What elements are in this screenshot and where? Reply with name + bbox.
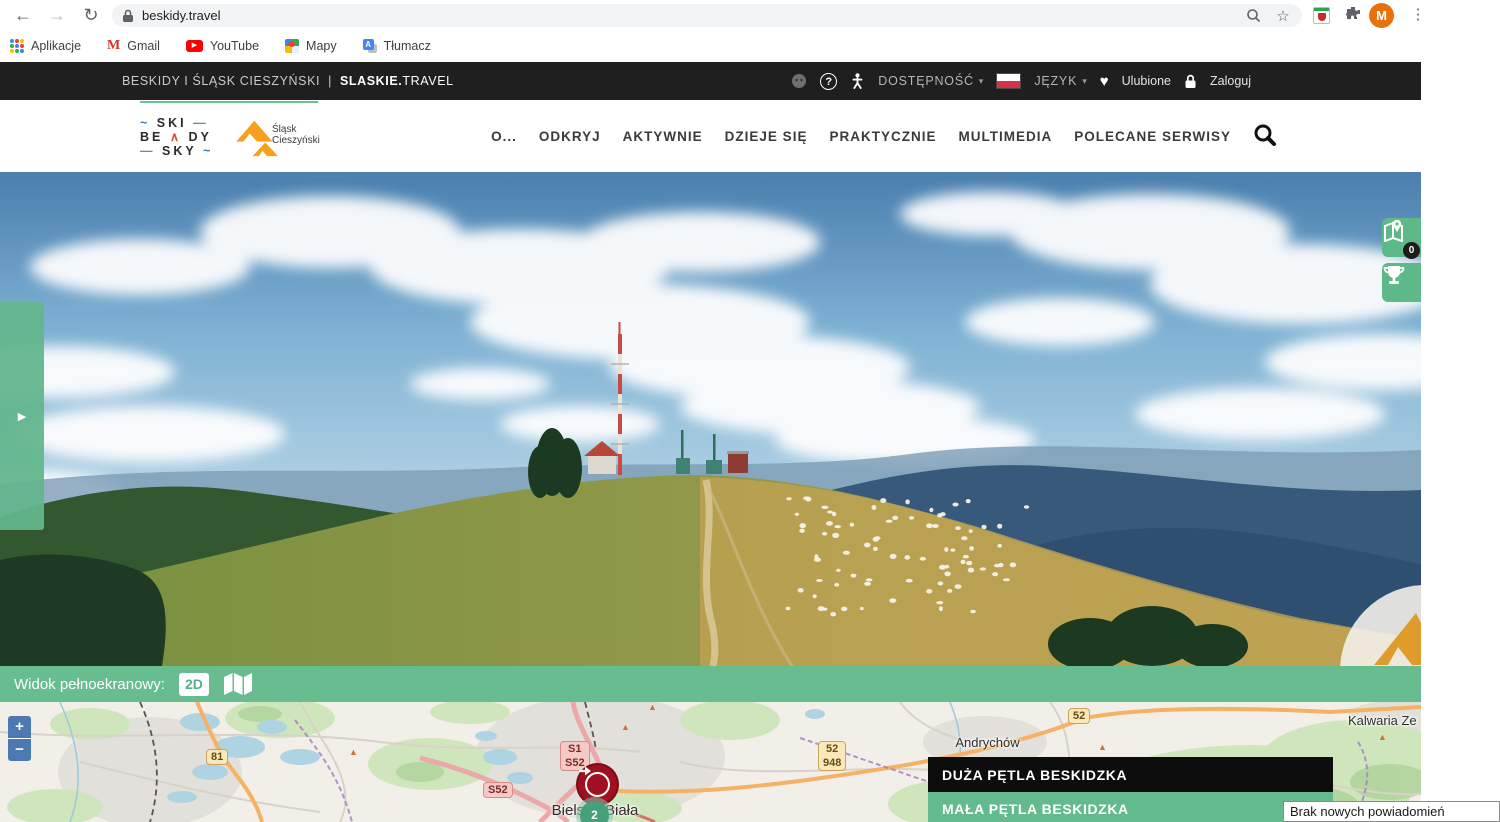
peak-icon: ▲ <box>349 747 358 757</box>
overlay-mala-petla[interactable]: MAŁA PĘTLA BESKIDZKA <box>928 792 1333 822</box>
nav-item-o[interactable]: O... <box>491 129 517 144</box>
city-label-kalwaria: Kalwaria Ze <box>1348 713 1417 728</box>
logo-underline <box>140 101 318 103</box>
nav-item-praktycznie[interactable]: PRAKTYCZNIE <box>829 129 936 144</box>
notification-tooltip: Brak nowych powiadomień <box>1283 801 1500 822</box>
bookmark-apps[interactable]: Aplikacje <box>10 39 81 53</box>
apps-grid-icon <box>10 39 24 53</box>
browser-toolbar: ← → ↻ beskidy.travel ☆ M ⋮ <box>0 0 1500 30</box>
road-shield-s52: S52 <box>483 782 513 798</box>
brand-bold[interactable]: SLASKIE. <box>340 74 402 88</box>
site-viewport: BESKIDY I ŚLĄSK CIESZYŃSKI | SLASKIE.TRA… <box>0 62 1421 822</box>
peak-icon: ▲ <box>1098 742 1107 752</box>
nav-item-multimedia[interactable]: MULTIMEDIA <box>958 129 1052 144</box>
achievements-button[interactable] <box>1382 263 1421 302</box>
profile-avatar[interactable]: M <box>1369 3 1394 28</box>
translate-icon: A <box>363 39 377 53</box>
map-marker-route[interactable] <box>578 765 617 804</box>
bookmark-label: YouTube <box>210 39 259 53</box>
site-topbar: BESKIDY I ŚLĄSK CIESZYŃSKI | SLASKIE.TRA… <box>0 62 1421 100</box>
panel-arrow-icon: ▶ <box>18 410 26 423</box>
language-menu[interactable]: JĘZYK <box>1034 74 1077 88</box>
accessibility-icon[interactable] <box>850 73 865 90</box>
heart-icon: ♥ <box>1100 73 1109 90</box>
address-bar[interactable]: beskidy.travel ☆ <box>112 4 1302 27</box>
map-cluster-marker[interactable]: 2 <box>580 801 609 822</box>
trophy-icon <box>1382 263 1406 287</box>
maps-icon <box>285 39 299 53</box>
poland-flag-icon[interactable] <box>996 73 1021 89</box>
fullscreen-bar: Widok pełnoekranowy: 2D <box>0 666 1421 702</box>
brand-light[interactable]: TRAVEL <box>402 74 453 88</box>
hero-banner: ▶ 0 <box>0 172 1421 666</box>
contrast-icon[interactable] <box>791 73 807 89</box>
main-navigation: O... ODKRYJ AKTYWNIE DZIEJE SIĘ PRAKTYCZ… <box>491 100 1277 172</box>
youtube-icon: ▶ <box>186 40 203 52</box>
favorites-link[interactable]: Ulubione <box>1122 74 1171 88</box>
bookmark-gmail[interactable]: M Gmail <box>107 38 160 54</box>
slask-logo-text: Śląsk Cieszyński <box>272 124 320 146</box>
login-link[interactable]: Zaloguj <box>1210 74 1251 88</box>
extensions-icon[interactable] <box>1345 6 1361 27</box>
bookmark-star-icon[interactable]: ☆ <box>1274 7 1292 25</box>
accessibility-menu[interactable]: DOSTĘPNOŚĆ <box>878 74 974 88</box>
lock-icon <box>1184 74 1197 89</box>
bookmarks-bar: Aplikacje M Gmail ▶ YouTube Mapy A Tłuma… <box>0 30 1500 62</box>
peak-icon: ▲ <box>621 722 630 732</box>
help-icon[interactable]: ? <box>820 73 837 90</box>
nav-item-aktywnie[interactable]: AKTYWNIE <box>623 129 703 144</box>
breadcrumb-region: BESKIDY I ŚLĄSK CIESZYŃSKI <box>122 74 320 88</box>
back-icon[interactable]: ← <box>10 2 36 28</box>
topbar-utilities: ? DOSTĘPNOŚĆ ▾ JĘZYK ▾ ♥ Ulubione Zalogu… <box>791 62 1251 100</box>
reload-icon[interactable]: ↻ <box>78 2 104 28</box>
road-shield-52: 52 <box>1068 708 1090 724</box>
breadcrumb-separator: | <box>328 74 332 88</box>
map-zoom-out-button[interactable]: − <box>8 739 31 761</box>
nav-item-dzieje-sie[interactable]: DZIEJE SIĘ <box>725 129 808 144</box>
nav-item-polecane-serwisy[interactable]: POLECANE SERWISY <box>1074 129 1231 144</box>
bookmark-label: Tłumacz <box>384 39 431 53</box>
chevron-down-icon: ▾ <box>979 76 984 87</box>
search-icon[interactable] <box>1253 123 1277 149</box>
screen: ← → ↻ beskidy.travel ☆ M ⋮ <box>0 0 1500 822</box>
ski-beskidy-logo[interactable]: ~ SKI — BE ∧ DY — SKY ~ <box>140 116 213 158</box>
map-zoom-in-button[interactable]: + <box>8 716 31 739</box>
forward-icon[interactable]: → <box>44 2 70 28</box>
route-count-badge: 0 <box>1403 242 1420 259</box>
bookmark-translate[interactable]: A Tłumacz <box>363 39 431 53</box>
fullscreen-label: Widok pełnoekranowy: <box>14 676 165 693</box>
peak-icon: ▲ <box>648 702 657 712</box>
route-map-icon <box>1382 218 1406 242</box>
bookmark-youtube[interactable]: ▶ YouTube <box>186 39 259 53</box>
view-2d-button[interactable]: 2D <box>179 673 209 696</box>
site-breadcrumb: BESKIDY I ŚLĄSK CIESZYŃSKI | SLASKIE.TRA… <box>122 62 454 100</box>
browser-menu-icon[interactable]: ⋮ <box>1408 2 1428 28</box>
peak-icon: ▲ <box>1378 732 1387 742</box>
site-header: ~ SKI — BE ∧ DY — SKY ~ Śląsk Cieszyński… <box>0 100 1421 172</box>
city-label-andrychow: Andrychów <box>930 735 1045 750</box>
fullscreen-map-icon[interactable] <box>223 672 253 696</box>
url-text: beskidy.travel <box>142 8 1232 23</box>
bookmark-label: Mapy <box>306 39 337 53</box>
zoom-page-icon[interactable] <box>1244 7 1262 25</box>
road-shield-52-948: 52948 <box>818 741 846 771</box>
road-shield-81: 81 <box>206 749 228 765</box>
nav-item-odkryj[interactable]: ODKRYJ <box>539 129 601 144</box>
bookmark-label: Gmail <box>127 39 160 53</box>
bookmark-maps[interactable]: Mapy <box>285 39 337 53</box>
chevron-down-icon: ▾ <box>1082 76 1087 87</box>
hero-side-panel-toggle[interactable]: ▶ <box>0 302 44 530</box>
marker-arrow-icon <box>585 772 610 797</box>
overlay-duza-petla[interactable]: DUŻA PĘTLA BESKIDZKA <box>928 757 1333 792</box>
hero-landscape <box>0 172 1421 666</box>
map-panel[interactable]: + − 81 S1S52 S52 52948 52 ▲ ▲ ▲ ▲ ▲ Biel… <box>0 702 1421 822</box>
lock-icon <box>122 9 134 23</box>
bookmark-label: Aplikacje <box>31 39 81 53</box>
route-planner-button[interactable]: 0 <box>1382 218 1421 257</box>
adblock-extension-icon[interactable] <box>1313 7 1330 24</box>
gmail-icon: M <box>107 38 120 54</box>
